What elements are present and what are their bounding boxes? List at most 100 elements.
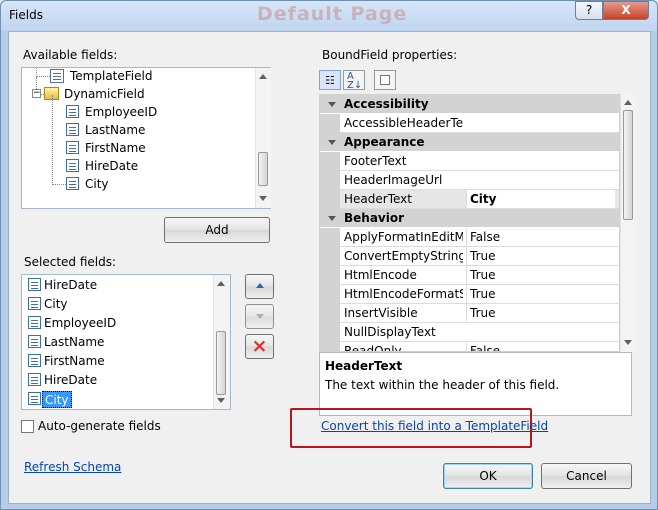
ok-button[interactable]: OK [443, 463, 533, 489]
selected-field-label: FirstName [44, 354, 105, 368]
field-icon [28, 354, 41, 367]
available-scrollbar[interactable] [255, 68, 271, 208]
fields-dialog: Fields Default Page ? X Available fields… [0, 0, 658, 510]
field-icon [66, 123, 79, 136]
selected-field-label: HireDate [44, 373, 98, 387]
category-appearance[interactable]: Appearance [320, 133, 619, 152]
selected-field-row-city[interactable]: City [28, 391, 214, 408]
selected-field-label: HireDate [44, 278, 98, 292]
auto-generate-checkbox[interactable] [21, 420, 34, 433]
property-gutter [320, 285, 340, 304]
help-button[interactable]: ? [575, 1, 603, 20]
selected-field-row[interactable]: FirstName [28, 353, 214, 370]
scroll-down-icon[interactable] [259, 196, 267, 201]
scroll-up-icon[interactable] [624, 100, 632, 105]
category-accessibility[interactable]: Accessibility [320, 95, 619, 114]
tree-item-label: FirstName [85, 141, 146, 155]
field-icon [28, 392, 41, 405]
scroll-thumb[interactable] [216, 331, 226, 395]
property-row[interactable]: AccessibleHeaderText [320, 114, 619, 133]
tree-item-label: EmployeeID [85, 105, 158, 119]
collapse-icon[interactable] [328, 140, 336, 145]
field-icon [66, 177, 79, 190]
property-grid-scrollbar[interactable] [620, 94, 637, 352]
background-page-title: Default Page [257, 3, 408, 25]
selected-field-label: EmployeeID [44, 316, 117, 330]
property-row[interactable]: HtmlEncode True [320, 266, 619, 285]
field-icon [28, 316, 41, 329]
scroll-down-icon[interactable] [624, 340, 632, 345]
collapse-icon[interactable] [328, 216, 336, 221]
categorized-icon: ☷ [325, 74, 335, 87]
field-icon [66, 159, 79, 172]
selected-field-row[interactable]: LastName [28, 334, 214, 351]
selected-field-row[interactable]: EmployeeID [28, 315, 214, 332]
property-row[interactable]: InsertVisible True [320, 304, 619, 323]
selected-scrollbar[interactable] [213, 275, 230, 409]
scroll-down-icon[interactable] [217, 398, 225, 403]
selected-field-row[interactable]: HireDate [28, 277, 214, 294]
property-row[interactable]: ReadOnly False [320, 342, 619, 351]
available-fields-tree[interactable]: TemplateField − DynamicField EmployeeID … [21, 67, 271, 209]
property-row[interactable]: HeaderImageUrl [320, 171, 619, 190]
alphabetical-icon: A Z↓ [347, 71, 363, 91]
refresh-schema-link[interactable]: Refresh Schema [24, 460, 121, 474]
move-up-button[interactable] [245, 274, 274, 299]
scroll-up-icon[interactable] [217, 281, 225, 286]
selected-field-label: LastName [44, 335, 105, 349]
property-row[interactable]: ApplyFormatInEditMod False [320, 228, 619, 247]
categorized-button[interactable]: ☷ [319, 70, 341, 90]
alphabetical-button[interactable]: A Z↓ [343, 70, 365, 91]
title-bar: Fields Default Page ? X [1, 1, 657, 31]
selected-field-label: City [44, 297, 68, 311]
property-row[interactable]: ConvertEmptyStringTc True [320, 247, 619, 266]
delete-button[interactable]: × [245, 334, 274, 359]
property-row[interactable]: NullDisplayText [320, 323, 619, 342]
property-row[interactable]: FooterText [320, 152, 619, 171]
property-description-panel: HeaderText The text within the header of… [319, 352, 632, 416]
field-icon [28, 373, 41, 386]
property-gutter [320, 342, 340, 351]
selected-field-row[interactable]: City [28, 296, 214, 313]
property-gutter [320, 114, 340, 133]
move-down-icon [256, 314, 264, 319]
property-pages-button[interactable] [374, 70, 396, 90]
property-gutter [320, 190, 340, 209]
add-button[interactable]: Add [164, 217, 270, 243]
tree-item-label: HireDate [85, 159, 139, 173]
property-gutter [320, 171, 340, 190]
property-grid[interactable]: Accessibility AccessibleHeaderText Appea… [319, 94, 620, 352]
selected-fields-list[interactable]: HireDate City EmployeeID LastName FirstN… [21, 274, 231, 410]
field-icon [28, 297, 41, 310]
delete-icon: × [251, 335, 268, 357]
dialog-title: Fields [9, 8, 43, 22]
scroll-up-icon[interactable] [259, 74, 267, 79]
collapse-icon[interactable]: − [32, 89, 41, 98]
tree-item-label: DynamicField [64, 87, 145, 101]
convert-to-templatefield-link[interactable]: Convert this field into a TemplateField [321, 419, 548, 433]
move-down-button[interactable] [245, 304, 274, 329]
move-up-icon [256, 283, 264, 288]
selected-fields-label: Selected fields: [24, 255, 117, 269]
collapse-icon[interactable] [328, 102, 336, 107]
close-button[interactable]: X [603, 1, 649, 20]
property-gutter [320, 266, 340, 285]
description-text: The text within the header of this field… [325, 378, 560, 392]
category-behavior[interactable]: Behavior [320, 209, 619, 228]
property-row[interactable]: HtmlEncodeFormatStr True [320, 285, 619, 304]
selected-field-row[interactable]: HireDate [28, 372, 214, 389]
tree-item-label: LastName [85, 123, 146, 137]
cancel-button[interactable]: Cancel [541, 463, 632, 489]
scroll-thumb[interactable] [623, 110, 633, 220]
field-icon [28, 335, 41, 348]
dialog-content: Available fields: TemplateField − Dynami… [8, 31, 651, 504]
scroll-thumb[interactable] [258, 152, 268, 186]
property-gutter [320, 228, 340, 247]
tree-item-label: City [85, 177, 109, 191]
property-row-headertext[interactable]: HeaderText City [320, 190, 619, 209]
property-pages-icon [380, 75, 390, 85]
property-gutter [320, 323, 340, 342]
selected-field-label: City [42, 391, 72, 408]
boundfield-properties-label: BoundField properties: [322, 48, 458, 62]
field-icon [66, 141, 79, 154]
